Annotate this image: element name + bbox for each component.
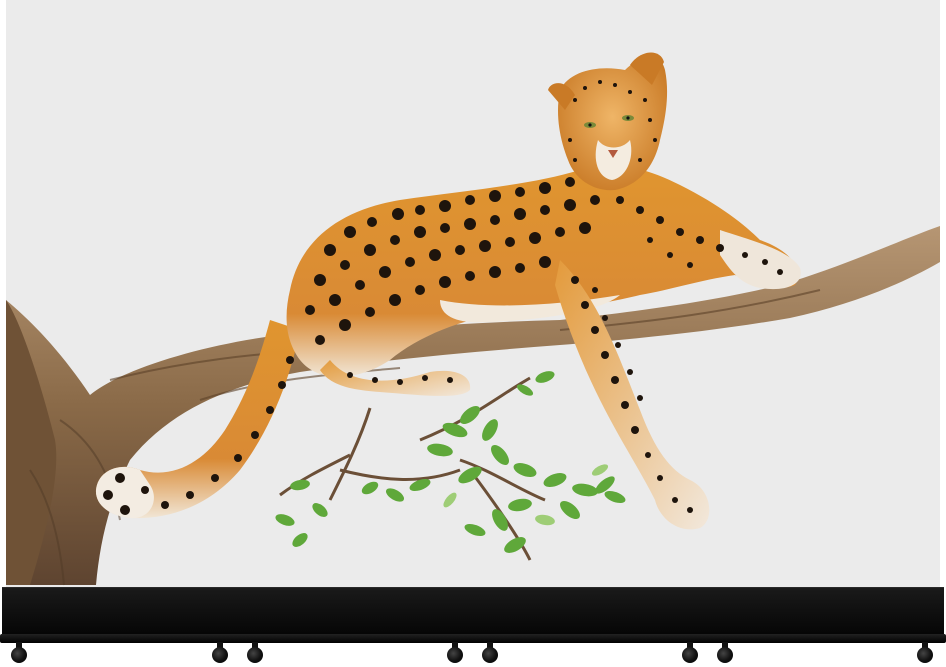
- caster-wheel-icon: [916, 642, 934, 664]
- caster-wheel-icon: [481, 642, 499, 664]
- caster-wheel-icon: [716, 642, 734, 664]
- caster-wheel-icon: [10, 642, 28, 664]
- stand-base-rail: [0, 634, 946, 643]
- leopard-on-branch-artwork: [6, 52, 940, 586]
- caster-wheel-icon: [681, 642, 699, 664]
- leafy-twig: [275, 371, 626, 561]
- caster-wheel-icon: [446, 642, 464, 664]
- display-stand: [0, 0, 946, 667]
- stand-base-bar: [2, 587, 944, 636]
- caster-wheel-icon: [211, 642, 229, 664]
- caster-wheel-icon: [246, 642, 264, 664]
- leopard-icon: [95, 52, 801, 530]
